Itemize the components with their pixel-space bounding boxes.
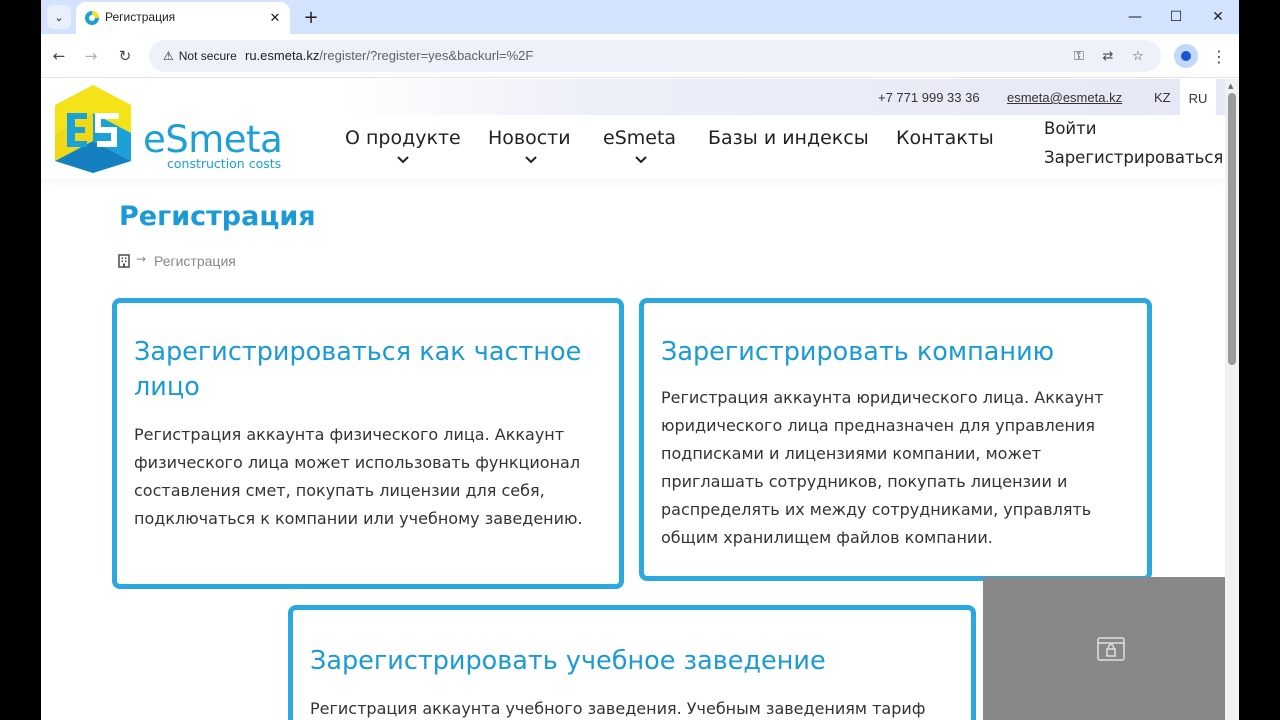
card-title[interactable]: Зарегистрировать учебное заведение [310, 644, 956, 679]
video-overlay[interactable] [983, 577, 1239, 720]
card-title[interactable]: Зарегистрировать компанию [661, 335, 1132, 370]
scrollbar-thumb[interactable] [1228, 93, 1236, 365]
tab-strip: ⌄ Регистрация ✕ + — ☐ ✕ [41, 0, 1239, 34]
security-chip[interactable]: ⚠ Not secure [157, 45, 246, 67]
logo-name[interactable]: eSmeta [143, 121, 283, 158]
browser-window: ⌄ Регистрация ✕ + — ☐ ✕ ← → ↻ ⚠ Not secu… [41, 0, 1239, 720]
site-header: eSmeta construction costs +7 771 999 33 … [41, 79, 1225, 179]
reload-button[interactable]: ↻ [113, 44, 137, 68]
active-tab[interactable]: Регистрация ✕ [76, 2, 290, 34]
web-page: eSmeta construction costs +7 771 999 33 … [41, 79, 1239, 720]
nav-about[interactable]: О продукте [345, 127, 461, 149]
lang-ru[interactable]: RU [1180, 79, 1216, 117]
profile-avatar[interactable] [1174, 44, 1198, 68]
tab-close-icon[interactable]: ✕ [266, 9, 284, 27]
chevron-down-icon[interactable] [396, 155, 410, 165]
tab-list-button[interactable]: ⌄ [47, 5, 71, 29]
chevron-down-icon[interactable] [524, 155, 538, 165]
nav-contacts[interactable]: Контакты [896, 127, 994, 149]
card-description: Регистрация аккаунта учебного заведения.… [310, 699, 926, 718]
card-private-person[interactable]: Зарегистрироваться как частное лицо Реги… [112, 298, 624, 589]
locked-window-icon[interactable] [1097, 637, 1125, 661]
contact-phone[interactable]: +7 771 999 33 36 [878, 90, 980, 105]
scroll-up-icon[interactable]: ▲ [1228, 82, 1233, 90]
security-label: Not secure [178, 49, 237, 63]
profile-icon [1181, 51, 1191, 61]
url-text[interactable]: ru.esmeta.kz/register/?register=yes&back… [245, 48, 533, 63]
warning-icon: ⚠ [163, 49, 174, 63]
browser-menu-icon[interactable]: ⋮ [1207, 44, 1231, 68]
home-building-icon[interactable] [118, 254, 130, 268]
browser-toolbar: ← → ↻ ⚠ Not secure ru.esmeta.kz/register… [41, 34, 1239, 78]
nav-esmeta[interactable]: eSmeta [603, 127, 676, 149]
url-domain: ru.esmeta.kz [245, 48, 320, 63]
right-letterbox [1239, 0, 1280, 720]
card-education[interactable]: Зарегистрировать учебное заведение Регис… [288, 605, 976, 720]
new-tab-button[interactable]: + [299, 5, 323, 29]
page-scrollbar[interactable]: ▲ [1225, 79, 1239, 720]
lang-kz[interactable]: KZ [1154, 90, 1171, 105]
left-letterbox [0, 0, 41, 720]
register-link[interactable]: Зарегистрироваться [1044, 148, 1223, 167]
maximize-button[interactable]: ☐ [1161, 6, 1191, 28]
site-favicon-icon [85, 11, 99, 25]
card-company[interactable]: Зарегистрировать компанию Регистрация ак… [639, 298, 1152, 581]
logo-tagline: construction costs [167, 156, 282, 171]
translate-icon[interactable]: ⇄ [1098, 46, 1118, 66]
nav-news[interactable]: Новости [488, 127, 571, 149]
breadcrumb-current: Регистрация [154, 253, 236, 269]
minimize-button[interactable]: — [1120, 6, 1150, 28]
card-description: Регистрация аккаунта юридического лица. … [661, 388, 1104, 547]
forward-button[interactable]: → [79, 44, 103, 68]
nav-databases[interactable]: Базы и индексы [708, 127, 869, 149]
contact-email[interactable]: esmeta@esmeta.kz [1007, 90, 1122, 105]
back-button[interactable]: ← [47, 44, 71, 68]
tab-title: Регистрация [105, 10, 176, 24]
login-link[interactable]: Войти [1044, 119, 1096, 138]
address-bar[interactable]: ⚠ Not secure ru.esmeta.kz/register/?regi… [149, 40, 1161, 72]
card-title[interactable]: Зарегистрироваться как частное лицо [134, 335, 604, 405]
breadcrumb-arrow-icon: → [136, 252, 147, 266]
url-path: /register/?register=yes&backurl=%2F [319, 48, 534, 63]
esmeta-logo-icon[interactable] [53, 83, 133, 175]
card-description: Регистрация аккаунта физического лица. А… [134, 425, 583, 528]
password-key-icon[interactable]: ⚿ [1069, 46, 1089, 66]
bookmark-star-icon[interactable]: ☆ [1128, 46, 1148, 66]
page-title: Регистрация [119, 201, 316, 232]
close-window-button[interactable]: ✕ [1203, 6, 1233, 28]
chevron-down-icon[interactable] [634, 155, 648, 165]
